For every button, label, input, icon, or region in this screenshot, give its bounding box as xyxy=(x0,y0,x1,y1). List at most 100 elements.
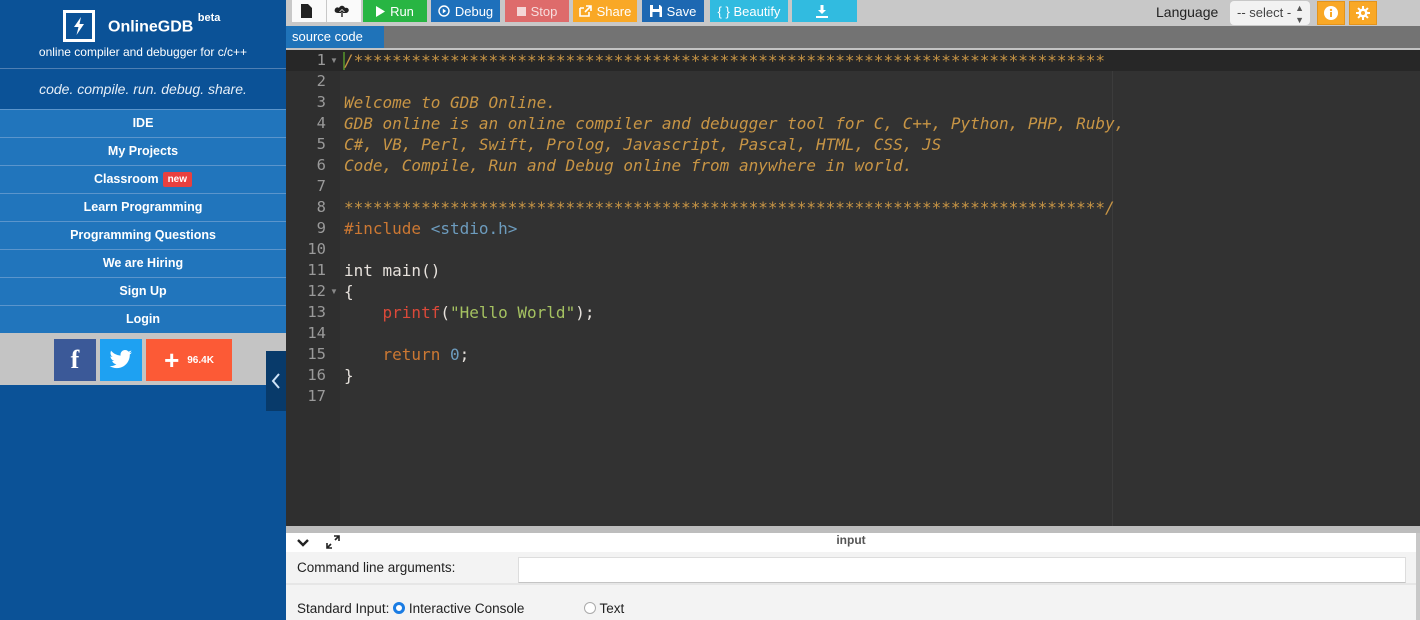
standard-input-label: Standard Input: xyxy=(297,601,390,616)
run-button[interactable]: Run xyxy=(363,0,427,22)
gear-icon xyxy=(1356,6,1370,20)
line-number: 15 xyxy=(307,345,326,363)
line-number: 8 xyxy=(316,198,326,216)
new-badge: new xyxy=(162,172,193,187)
logo[interactable] xyxy=(63,10,95,42)
toolbar: Run Debug Stop Share Save { } Beautify L… xyxy=(286,0,1420,26)
debug-play-circle-icon xyxy=(438,5,450,17)
select-arrows-icon: ▲ ▼ xyxy=(1295,3,1304,25)
string-literal: "Hello World" xyxy=(449,303,576,322)
include-file: <stdio.h> xyxy=(430,219,518,238)
upload-button[interactable] xyxy=(327,0,361,22)
play-icon xyxy=(376,5,386,17)
interactive-console-radio[interactable] xyxy=(393,602,406,614)
download-icon xyxy=(816,4,828,18)
sidebar-item-ide[interactable]: IDE xyxy=(0,109,286,137)
interactive-console-label[interactable]: Interactive Console xyxy=(409,601,525,616)
save-button[interactable]: Save xyxy=(642,0,704,22)
sidebar-item-label: We are Hiring xyxy=(102,256,184,270)
sidebar-item-label: IDE xyxy=(132,116,154,130)
code-line-16: } xyxy=(344,366,354,385)
language-select[interactable]: -- select - ▲ ▼ xyxy=(1230,1,1310,25)
number-literal: 0 xyxy=(449,345,460,364)
share-button[interactable]: Share xyxy=(573,0,637,22)
paren-open: ( xyxy=(440,303,450,322)
facebook-button[interactable]: f xyxy=(54,339,96,381)
twitter-button[interactable] xyxy=(100,339,142,381)
info-button[interactable] xyxy=(1317,1,1345,25)
sidebar: OnlineGDB beta online compiler and debug… xyxy=(0,0,286,620)
collapse-sidebar-button[interactable] xyxy=(266,351,286,411)
code-line-6: Code, Compile, Run and Debug online from… xyxy=(344,156,913,175)
info-icon xyxy=(1324,6,1338,20)
sidebar-item-login[interactable]: Login xyxy=(0,305,286,333)
sidebar-item-my-projects[interactable]: My Projects xyxy=(0,137,286,165)
line-number: 1 xyxy=(316,51,326,69)
sidebar-item-programming-questions[interactable]: Programming Questions xyxy=(0,221,286,249)
share-label: Share xyxy=(596,3,632,19)
sidebar-item-label: Classroom xyxy=(93,172,159,186)
plus-icon: + xyxy=(164,345,180,375)
line-number: 7 xyxy=(316,177,326,195)
sidebar-item-classroom[interactable]: Classroom new xyxy=(0,165,286,193)
code-line-4: GDB online is an online compiler and deb… xyxy=(344,114,1134,133)
code-editor[interactable]: 1 2 3 4 5 6 7 8 9 10 11 12 13 14 15 16 17 ▼ ▼ /*********… xyxy=(286,50,1420,526)
code-line-13: printf("Hello World"); xyxy=(344,302,595,323)
line-number: 6 xyxy=(316,156,326,174)
fold-arrow-icon[interactable]: ▼ xyxy=(330,50,338,71)
stop-label: Stop xyxy=(530,3,558,19)
beautify-button[interactable]: { } Beautify xyxy=(710,0,788,22)
line-number: 14 xyxy=(307,324,326,342)
sidebar-item-hiring[interactable]: We are Hiring xyxy=(0,249,286,277)
code-line-9: #include <stdio.h> xyxy=(344,218,517,239)
sidebar-item-learn-programming[interactable]: Learn Programming xyxy=(0,193,286,221)
io-panel: Command line arguments: Standard Input: … xyxy=(286,552,1416,620)
brand-name[interactable]: OnlineGDB beta xyxy=(108,12,220,36)
download-button[interactable] xyxy=(792,0,857,22)
semicolon: ; xyxy=(459,345,470,364)
panel-resize-handle[interactable] xyxy=(286,526,1420,533)
line-number: 3 xyxy=(316,93,326,111)
code-line-12: { xyxy=(344,282,354,301)
new-file-button[interactable] xyxy=(292,0,326,22)
sidebar-item-label: Programming Questions xyxy=(70,228,216,242)
tab-source-code[interactable]: source code xyxy=(286,26,384,48)
fold-arrow-icon[interactable]: ▼ xyxy=(330,281,338,302)
standard-input-row: Standard Input: Interactive Console Text xyxy=(297,601,624,616)
text-label[interactable]: Text xyxy=(599,601,624,616)
line-number: 2 xyxy=(316,72,326,90)
line-number: 17 xyxy=(307,387,326,405)
line-number: 11 xyxy=(307,261,326,279)
share-count: 96.4K xyxy=(187,354,214,366)
function-name: printf xyxy=(382,303,441,322)
social-bar: f +96.4K xyxy=(0,333,286,385)
command-line-label: Command line arguments: xyxy=(297,560,456,575)
language-label: Language xyxy=(1156,4,1219,20)
code-line-5: C#, VB, Perl, Swift, Prolog, Javascript,… xyxy=(344,135,942,154)
command-line-row: Command line arguments: xyxy=(286,552,1416,585)
tagline: code. compile. run. debug. share. xyxy=(39,81,247,97)
code-line-8: ****************************************… xyxy=(344,198,1115,217)
sidebar-item-label: My Projects xyxy=(107,144,179,158)
io-panel-title: input xyxy=(836,533,866,547)
line-number: 16 xyxy=(307,366,326,384)
stop-button[interactable]: Stop xyxy=(505,0,569,22)
sidebar-item-label: Login xyxy=(125,312,160,326)
lightning-icon xyxy=(74,17,84,35)
twitter-icon xyxy=(109,350,132,369)
print-margin xyxy=(1112,71,1113,526)
save-label: Save xyxy=(666,3,697,19)
include-directive: #include xyxy=(344,219,422,238)
line-number: 9 xyxy=(316,219,326,237)
text-radio[interactable] xyxy=(583,602,596,614)
paren-close: ); xyxy=(575,303,595,322)
settings-button[interactable] xyxy=(1349,1,1377,25)
code-line-1: /***************************************… xyxy=(344,51,1105,70)
sidebar-item-sign-up[interactable]: Sign Up xyxy=(0,277,286,305)
share-count-button[interactable]: +96.4K xyxy=(146,339,232,381)
command-line-input[interactable] xyxy=(518,557,1406,583)
debug-button[interactable]: Debug xyxy=(431,0,500,22)
brand-header: OnlineGDB beta online compiler and debug… xyxy=(0,0,286,69)
stop-icon xyxy=(516,6,526,16)
code-line-11: int main() xyxy=(344,261,441,280)
